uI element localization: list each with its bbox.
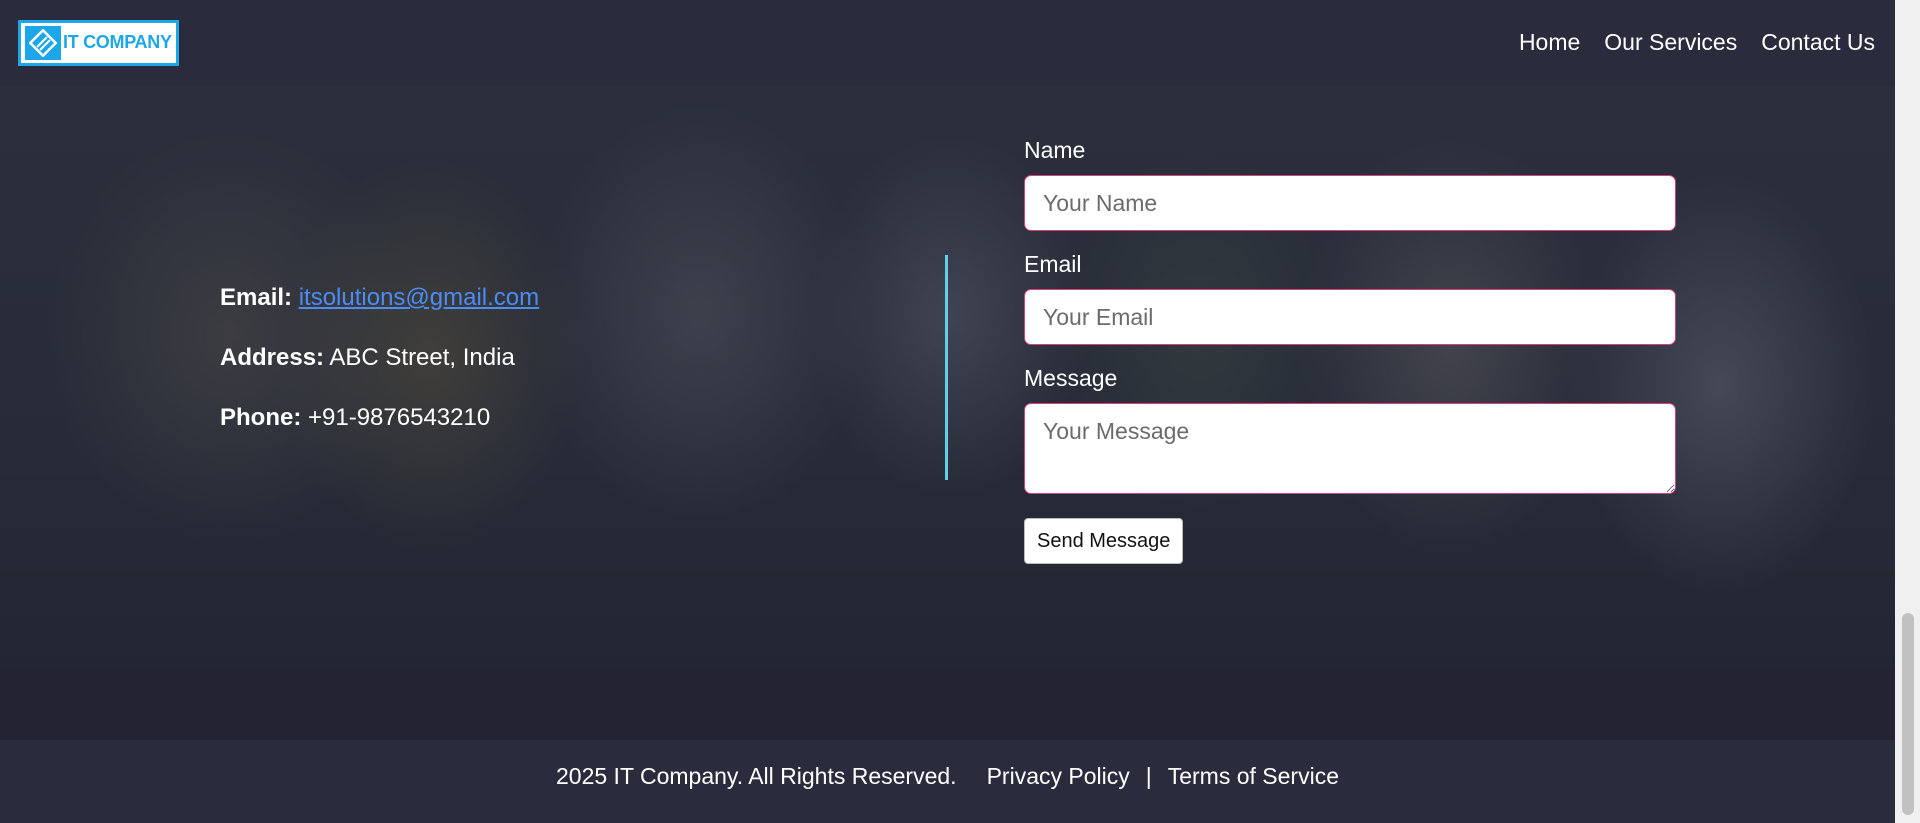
phone-label: Phone: xyxy=(220,404,302,431)
nav-home[interactable]: Home xyxy=(1519,29,1580,56)
email-field-label: Email xyxy=(1024,251,1082,277)
terms-of-service-link[interactable]: Terms of Service xyxy=(1168,763,1339,790)
nav-our-services[interactable]: Our Services xyxy=(1604,29,1737,56)
scrollbar-thumb[interactable] xyxy=(1902,613,1914,815)
vertical-divider xyxy=(945,255,948,480)
page-scrollbar[interactable] xyxy=(1895,0,1920,823)
email-link[interactable]: itsolutions@gmail.com xyxy=(299,284,539,311)
contact-address-row: Address: ABC Street, India xyxy=(220,343,539,373)
email-input[interactable] xyxy=(1024,289,1676,345)
contact-hero: Email: itsolutions@gmail.com Address: AB… xyxy=(0,85,1895,668)
nav-contact-us[interactable]: Contact Us xyxy=(1761,29,1875,56)
footer-separator: | xyxy=(1145,763,1152,789)
name-input[interactable] xyxy=(1024,175,1676,231)
send-message-button[interactable]: Send Message xyxy=(1024,518,1184,564)
site-footer: 2025 IT Company. All Rights Reserved. Pr… xyxy=(0,740,1895,823)
privacy-policy-link[interactable]: Privacy Policy xyxy=(987,763,1130,790)
address-label: Address: xyxy=(220,344,325,371)
company-logo[interactable]: IT COMPANY xyxy=(18,19,179,66)
contact-phone-row: Phone: +91-9876543210 xyxy=(220,403,539,433)
message-label: Message xyxy=(1024,365,1118,391)
copyright-text: 2025 IT Company. All Rights Reserved. xyxy=(556,763,957,789)
contact-info: Email: itsolutions@gmail.com Address: AB… xyxy=(220,283,539,463)
contact-email-row: Email: itsolutions@gmail.com xyxy=(220,283,539,313)
logo-text: IT COMPANY xyxy=(63,32,172,52)
phone-value: +91-9876543210 xyxy=(308,404,491,431)
message-textarea[interactable] xyxy=(1024,403,1676,494)
site-header: IT COMPANY Home Our Services Contact Us xyxy=(0,0,1895,85)
name-label: Name xyxy=(1024,137,1086,163)
logo-diamond-icon xyxy=(25,25,61,60)
contact-form: Name Email Message Send Message xyxy=(1024,137,1676,564)
email-label: Email: xyxy=(220,284,293,311)
main-nav: Home Our Services Contact Us xyxy=(1519,29,1875,56)
address-value: ABC Street, India xyxy=(329,344,515,371)
